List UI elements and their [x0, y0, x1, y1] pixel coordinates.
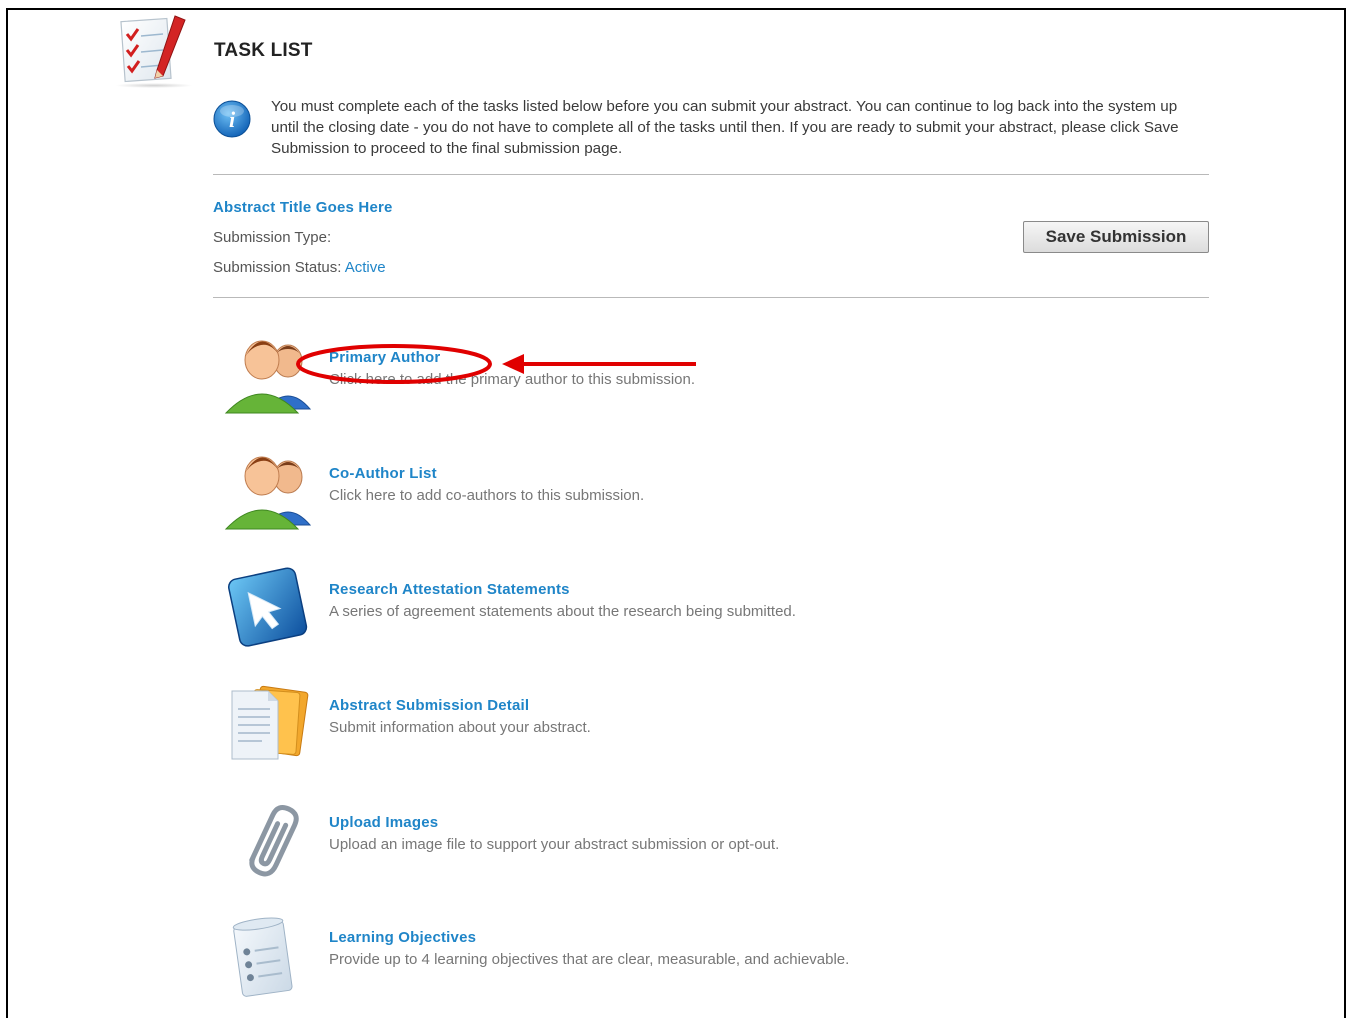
task-learning-objectives[interactable]: Learning Objectives Provide up to 4 lear…: [218, 915, 1178, 1015]
task-label[interactable]: Research Attestation Statements: [329, 581, 570, 598]
submission-status: Submission Status: Active: [213, 259, 386, 276]
task-description: Click here to add the primary author to …: [329, 371, 695, 388]
task-description: Click here to add co-authors to this sub…: [329, 487, 645, 504]
task-primary-author[interactable]: Primary Author Click here to add the pri…: [218, 335, 1178, 435]
divider-top: [213, 174, 1209, 175]
paperclip-icon: [218, 800, 318, 900]
submission-status-value: Active: [344, 259, 386, 276]
task-label[interactable]: Co-Author List: [329, 465, 437, 482]
task-upload-images[interactable]: Upload Images Upload an image file to su…: [218, 800, 1178, 900]
page-title: TASK LIST: [214, 40, 313, 61]
task-description: Submit information about your abstract.: [329, 719, 591, 736]
scroll-list-icon: [218, 915, 318, 1015]
task-label[interactable]: Learning Objectives: [329, 929, 476, 946]
cursor-arrow-icon: [218, 567, 318, 667]
task-label[interactable]: Upload Images: [329, 814, 438, 831]
info-icon: i: [212, 99, 252, 139]
task-description: Upload an image file to support your abs…: [329, 836, 780, 853]
task-research-attestation[interactable]: Research Attestation Statements A series…: [218, 567, 1178, 667]
submission-status-label: Submission Status:: [213, 259, 342, 276]
svg-text:i: i: [229, 107, 236, 132]
task-abstract-submission-detail[interactable]: Abstract Submission Detail Submit inform…: [218, 683, 1178, 783]
task-label[interactable]: Primary Author: [329, 349, 440, 366]
task-description: Provide up to 4 learning objectives that…: [329, 951, 850, 968]
task-label[interactable]: Abstract Submission Detail: [329, 697, 529, 714]
abstract-title-link[interactable]: Abstract Title Goes Here: [213, 199, 393, 216]
divider-bottom: [213, 297, 1209, 298]
submission-type: Submission Type:: [213, 229, 331, 246]
save-submission-button[interactable]: Save Submission: [1023, 221, 1209, 253]
submission-type-label: Submission Type:: [213, 229, 332, 246]
documents-icon: [218, 683, 318, 783]
primary-author-icon: [218, 335, 318, 435]
co-author-icon: [218, 451, 318, 551]
task-co-author-list[interactable]: Co-Author List Click here to add co-auth…: [218, 451, 1178, 551]
checklist-icon: [113, 12, 193, 90]
info-message: You must complete each of the tasks list…: [271, 98, 1179, 157]
task-description: A series of agreement statements about t…: [329, 603, 796, 620]
